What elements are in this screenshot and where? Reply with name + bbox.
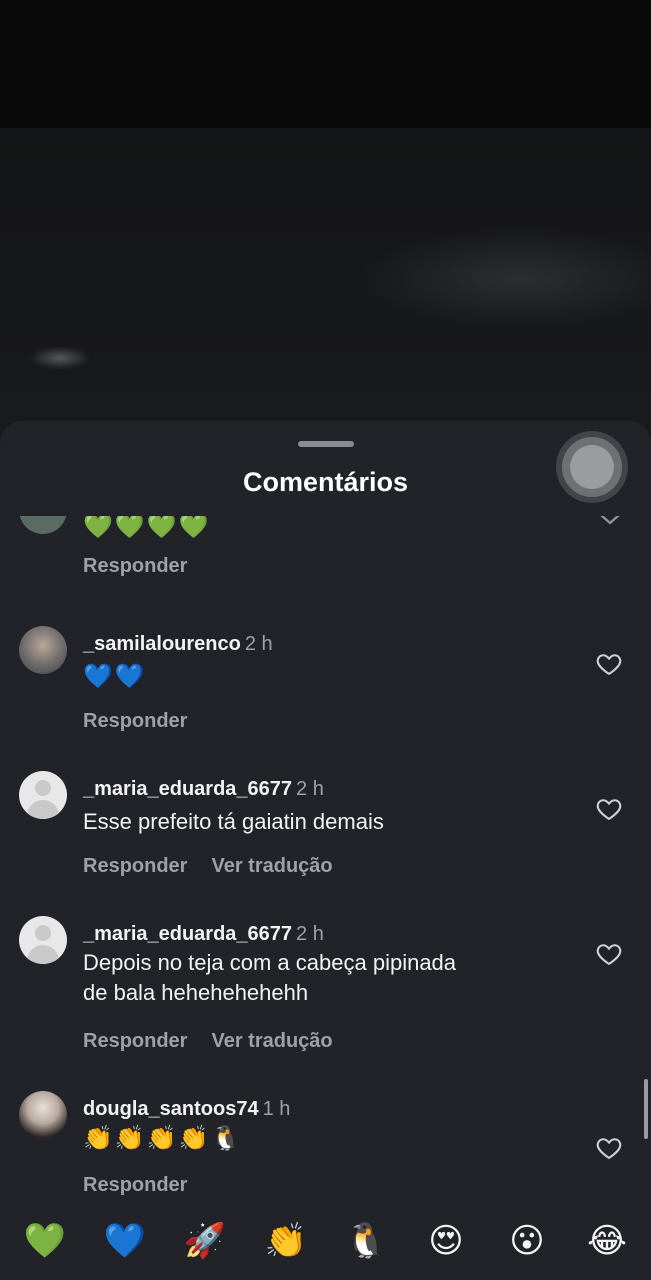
heart-outline-icon[interactable] [595,940,623,968]
video-frame [0,128,651,440]
heart-outline-icon[interactable] [595,795,623,823]
reaction-penguin[interactable]: 🐧 [341,1216,391,1266]
comment-time: 2 h [244,633,273,655]
reaction-rocket[interactable]: 🚀 [180,1216,230,1266]
heart-outline-icon[interactable] [595,650,623,678]
reaction-tears-of-joy[interactable]: 😂 [582,1216,632,1266]
avatar[interactable] [19,916,67,964]
video-top-band [0,0,651,128]
avatar[interactable] [19,626,67,674]
comment-username[interactable]: _samilalourenco [83,633,241,655]
comment-actions: Responder [83,710,187,733]
chevron-down-icon[interactable] [598,516,622,528]
reaction-heart-eyes[interactable]: 😍 [421,1216,471,1266]
reply-button[interactable]: Responder [83,855,187,877]
comment-actions: Responder Ver tradução [83,1030,333,1053]
comment-text: Esse prefeito tá gaiatin demais [83,809,384,834]
comment-username[interactable]: _maria_eduarda_6677 [83,923,292,945]
reply-button[interactable]: Responder [83,1030,187,1052]
comment-actions: Responder [83,555,187,578]
reaction-surprised[interactable]: 😮 [502,1216,552,1266]
reply-button[interactable]: Responder [83,555,187,577]
avatar[interactable] [19,1091,67,1139]
comments-list[interactable]: 💚💚💚💚 Responder _samilalourenco 2 h 💙💙 Res… [0,516,651,1196]
video-background [0,0,651,440]
comment-time: 2 h [296,923,324,945]
comment-header: _samilalourenco 2 h [83,633,273,656]
comment-actions: Responder [83,1174,187,1196]
avatar[interactable] [19,516,67,534]
comment-time: 1 h [262,1098,291,1120]
comment-header: dougla_santoos74 1 h [83,1098,290,1121]
see-translation-button[interactable]: Ver tradução [211,855,332,877]
avatar[interactable] [19,771,67,819]
comment-username[interactable]: dougla_santoos74 [83,1098,259,1120]
sheet-title: Comentários [242,467,409,497]
comment-text: 💙💙 [83,663,147,690]
quick-reactions-bar: 💚 💙 🚀 👏 🐧 😍 😮 😂 [0,1206,651,1280]
comments-sheet: Comentários 💚💚💚💚 Responder _samilalouren… [0,421,651,1280]
sheet-drag-handle[interactable] [298,441,354,447]
reaction-blue-heart[interactable]: 💙 [100,1216,150,1266]
comment-text-line-2: de bala hehehehehehh [83,980,309,1005]
floating-assistive-button[interactable] [562,437,622,497]
comment-text-line-1: Depois no teja com a cabeça pipinada [83,950,457,975]
comment-header: _maria_eduarda_6677 2 h [83,778,324,801]
reaction-green-heart[interactable]: 💚 [20,1216,70,1266]
see-translation-button[interactable]: Ver tradução [211,1030,332,1052]
reaction-clapping-hands[interactable]: 👏 [261,1216,311,1266]
reply-button[interactable]: Responder [83,710,187,732]
scrollbar[interactable] [644,1079,648,1139]
comment-actions: Responder Ver tradução [83,855,333,878]
comment-header: _maria_eduarda_6677 2 h [83,923,324,946]
comment-text: 💚💚💚💚 [83,516,211,540]
comment-username[interactable]: _maria_eduarda_6677 [83,778,292,800]
comment-time: 2 h [296,778,324,800]
reply-button[interactable]: Responder [83,1174,187,1196]
comment-text: 👏👏👏👏🐧 [83,1125,243,1152]
heart-outline-icon[interactable] [595,1134,623,1162]
